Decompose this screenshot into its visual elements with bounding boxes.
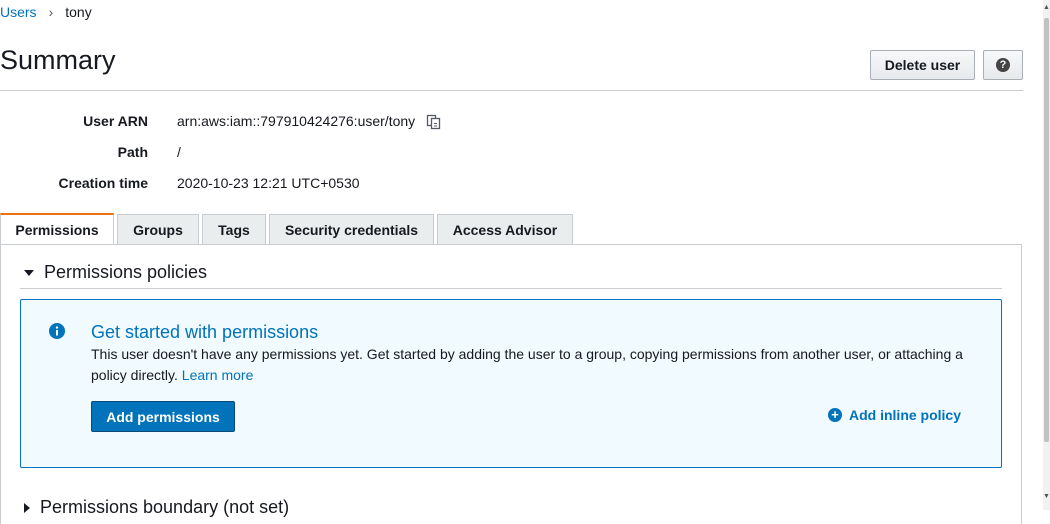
delete-user-button[interactable]: Delete user [870,50,975,80]
help-button[interactable]: ? [983,50,1023,80]
creation-time-label: Creation time [58,175,148,191]
caret-right-icon [24,502,30,513]
breadcrumb: Users › tony [0,3,92,21]
tab-tags[interactable]: Tags [202,214,266,244]
info-icon [49,323,65,339]
creation-time-value: 2020-10-23 12:21 UTC+0530 [177,175,360,191]
tab-groups[interactable]: Groups [117,214,199,244]
section-divider [20,288,1002,289]
path-value: / [177,144,181,160]
scroll-down-arrow[interactable]: ▼ [1043,492,1050,502]
page-title: Summary [0,45,116,75]
breadcrumb-current: tony [65,4,92,20]
permissions-policies-title: Permissions policies [44,262,208,282]
breadcrumb-users-link[interactable]: Users [0,4,37,20]
breadcrumb-separator: › [48,4,54,20]
title-divider [0,90,1023,91]
user-arn-value: arn:aws:iam::797910424276:user/tony [177,113,416,129]
learn-more-link[interactable]: Learn more [182,367,254,383]
permissions-boundary-toggle[interactable]: Permissions boundary (not set) [24,497,289,518]
add-inline-policy-link[interactable]: + Add inline policy [828,407,961,423]
permissions-policies-toggle[interactable]: Permissions policies [24,262,207,283]
scrollbar-thumb[interactable] [1044,18,1049,442]
add-permissions-button[interactable]: Add permissions [91,401,235,432]
help-icon: ? [996,58,1010,72]
copy-icon[interactable] [426,114,442,130]
tab-security-credentials[interactable]: Security credentials [269,214,434,244]
scroll-up-arrow[interactable]: ▲ [1043,3,1050,13]
plus-circle-icon: + [828,408,842,422]
tab-access-advisor[interactable]: Access Advisor [437,214,573,244]
user-arn-label: User ARN [83,113,148,129]
permissions-boundary-title: Permissions boundary (not set) [40,497,290,517]
tab-permissions[interactable]: Permissions [0,213,114,244]
info-title: Get started with permissions [91,322,319,342]
add-inline-policy-label: Add inline policy [849,407,962,423]
path-label: Path [117,144,148,160]
caret-down-icon [24,269,34,276]
info-description: This user doesn't have any permissions y… [91,344,981,386]
